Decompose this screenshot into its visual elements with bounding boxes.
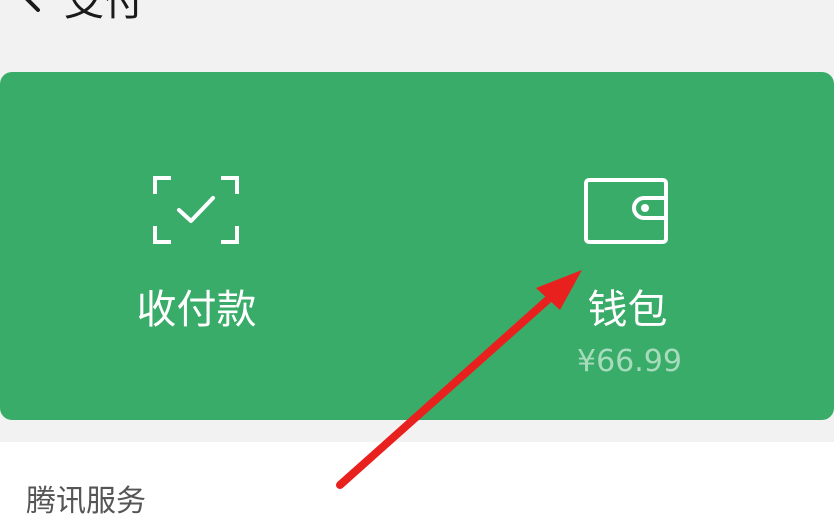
- wallet-label: 钱包: [587, 287, 668, 333]
- scan-check-icon: [153, 176, 239, 244]
- receive-pay-label: 收付款: [136, 287, 257, 333]
- page-title: 支付: [64, 0, 144, 25]
- chevron-left-icon[interactable]: [8, 0, 48, 14]
- section-title: 腾讯服务: [26, 484, 146, 519]
- pay-card: 收付款 钱包 ¥66.99: [0, 72, 834, 420]
- wallet-balance: ¥66.99: [577, 344, 682, 379]
- wallet-icon: [584, 178, 668, 244]
- top-navigation: 支付: [0, 0, 834, 40]
- receive-pay-button[interactable]: 收付款: [0, 72, 417, 420]
- tencent-services-section: 腾讯服务: [0, 442, 834, 527]
- payment-screen: 支付 收付款 钱包 ¥66.99 腾讯服务: [0, 0, 834, 527]
- wallet-button[interactable]: 钱包 ¥66.99: [417, 72, 834, 420]
